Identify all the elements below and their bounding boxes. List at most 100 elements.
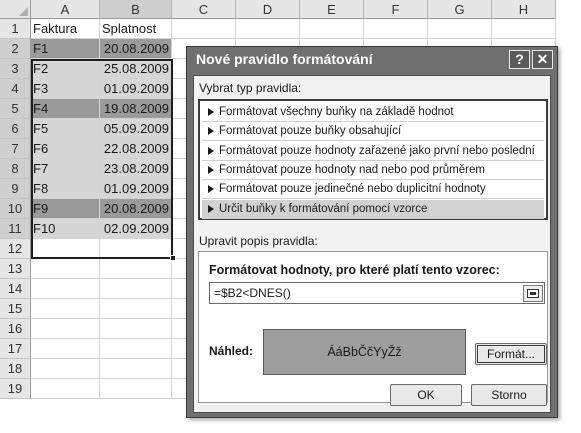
column-header-h[interactable]: H [492,0,556,19]
rule-type-item[interactable]: Určit buňky k formátování pomocí vzorce [202,199,544,219]
formula-value: =$B2<DNES() [214,286,291,300]
row-header-9[interactable]: 9 [0,179,31,199]
cell-e1[interactable] [300,19,364,39]
cell-a3[interactable]: F2 [31,59,100,79]
column-header-c[interactable]: C [172,0,236,19]
cell-b2[interactable]: 20.08.2009 [100,39,172,59]
cancel-button[interactable]: Storno [471,384,547,406]
row-header-8[interactable]: 8 [0,159,31,179]
row-header-14[interactable]: 14 [0,279,31,299]
cell-b5[interactable]: 19.08.2009 [100,99,172,119]
column-header-d[interactable]: D [236,0,300,19]
cell-a14[interactable] [31,279,100,299]
cell-a5[interactable]: F4 [31,99,100,119]
column-header-e[interactable]: E [300,0,364,19]
cell-a13[interactable] [31,259,100,279]
row-header-1[interactable]: 1 [0,19,31,39]
cell-a7[interactable]: F6 [31,139,100,159]
format-preview: ÁáBbČčYyŽž [263,329,466,375]
rule-type-item[interactable]: Formátovat všechny buňky na základě hodn… [202,103,544,122]
cell-b14[interactable] [100,279,172,299]
cell-a4[interactable]: F3 [31,79,100,99]
formula-input[interactable]: =$B2<DNES() [209,282,545,304]
row-header-12[interactable]: 12 [0,239,31,259]
help-button[interactable]: ? [509,50,530,69]
rule-type-list: Formátovat všechny buňky na základě hodn… [198,99,548,220]
row-header-17[interactable]: 17 [0,339,31,359]
cell-a15[interactable] [31,299,100,319]
cell-a11[interactable]: F10 [31,219,100,239]
cell-a9[interactable]: F8 [31,179,100,199]
rule-type-item[interactable]: Formátovat pouze buňky obsahující [202,122,544,142]
cell-a12[interactable] [31,239,100,259]
dialog-title: Nové pravidlo formátování [196,51,373,67]
cell-a16[interactable] [31,319,100,339]
cell-b10[interactable]: 20.08.2009 [100,199,172,219]
row-header-10[interactable]: 10 [0,199,31,219]
preview-label: Náhled: [209,344,254,358]
cell-b7[interactable]: 22.08.2009 [100,139,172,159]
ok-button[interactable]: OK [390,384,462,406]
cell-b19[interactable] [100,379,172,399]
collapse-dialog-button[interactable] [523,285,543,302]
rule-type-item[interactable]: Formátovat pouze hodnoty nad nebo pod pr… [202,161,544,180]
triangle-right-icon [208,127,214,136]
cell-a6[interactable]: F5 [31,119,100,139]
format-button[interactable]: Formát... [475,343,547,365]
cell-g1[interactable] [428,19,492,39]
cell-c1[interactable] [172,19,236,39]
cell-f1[interactable] [364,19,428,39]
rule-type-label: Formátovat pouze jedinečné nebo duplicit… [219,183,486,196]
cell-a1[interactable]: Faktura [31,19,100,39]
row-header-15[interactable]: 15 [0,299,31,319]
rule-type-label: Formátovat pouze hodnoty zařazené jako p… [219,144,535,157]
row-header-5[interactable]: 5 [0,99,31,119]
cell-b17[interactable] [100,339,172,359]
cell-b15[interactable] [100,299,172,319]
cell-a17[interactable] [31,339,100,359]
cell-a18[interactable] [31,359,100,379]
cell-b13[interactable] [100,259,172,279]
cell-b11[interactable]: 02.09.2009 [100,219,172,239]
rule-type-label: Formátovat všechny buňky na základě hodn… [219,106,454,118]
fill-handle[interactable] [170,255,176,261]
rule-type-item[interactable]: Formátovat pouze hodnoty zařazené jako p… [202,142,544,161]
select-rule-type-label: Vybrat typ pravidla: [199,81,302,95]
column-header-b[interactable]: B [100,0,172,19]
cell-b6[interactable]: 05.09.2009 [100,119,172,139]
row-header-7[interactable]: 7 [0,139,31,159]
triangle-right-icon [208,204,214,213]
cell-b3[interactable]: 25.08.2009 [100,59,172,79]
column-header-f[interactable]: F [364,0,428,19]
row-header-11[interactable]: 11 [0,219,31,239]
row-header-3[interactable]: 3 [0,59,31,79]
close-button[interactable]: ✕ [532,50,553,69]
rule-type-item[interactable]: Formátovat pouze jedinečné nebo duplicit… [202,180,544,200]
cell-b8[interactable]: 23.08.2009 [100,159,172,179]
row-header-6[interactable]: 6 [0,119,31,139]
row-header-4[interactable]: 4 [0,79,31,99]
cell-b12[interactable] [100,239,172,259]
cell-a8[interactable]: F7 [31,159,100,179]
rule-type-label: Formátovat pouze buňky obsahující [219,125,402,138]
select-all-corner[interactable] [0,0,31,19]
cell-d1[interactable] [236,19,300,39]
cell-b1[interactable]: Splatnost [100,19,172,39]
cell-a10[interactable]: F9 [31,199,100,219]
cell-a19[interactable] [31,379,100,399]
row-header-16[interactable]: 16 [0,319,31,339]
row-header-13[interactable]: 13 [0,259,31,279]
cell-a2[interactable]: F1 [31,39,100,59]
column-header-a[interactable]: A [31,0,100,19]
cell-b16[interactable] [100,319,172,339]
cell-b9[interactable]: 01.09.2009 [100,179,172,199]
column-header-g[interactable]: G [428,0,492,19]
row-header-19[interactable]: 19 [0,379,31,399]
row-header-2[interactable]: 2 [0,39,31,59]
triangle-right-icon [208,108,214,116]
row-header-18[interactable]: 18 [0,359,31,379]
cell-b4[interactable]: 01.09.2009 [100,79,172,99]
cell-h1[interactable] [492,19,556,39]
dialog-titlebar[interactable]: Nové pravidlo formátování ? ✕ [187,47,557,73]
cell-b18[interactable] [100,359,172,379]
